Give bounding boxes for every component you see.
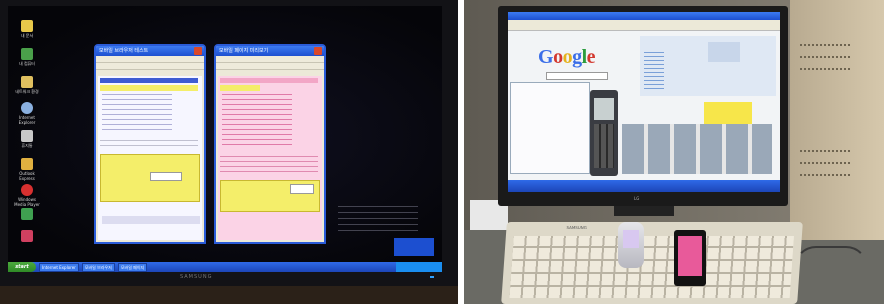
desk-surface	[0, 286, 458, 304]
globe-icon	[21, 102, 33, 114]
highlight-row	[100, 78, 198, 83]
mail-icon	[21, 158, 33, 170]
phone-emulator-keypad	[594, 124, 614, 168]
photo-right-monitor: Google LG SAMSUNG	[464, 0, 884, 304]
desktop-icon-label: 휴지통	[21, 143, 33, 148]
computer-icon	[21, 48, 33, 60]
keyboard: SAMSUNG	[501, 222, 803, 304]
balloon-popup	[394, 238, 434, 256]
desktop-icon-label: 내 문서	[20, 33, 34, 38]
vent	[800, 56, 850, 58]
media-player-icon	[21, 184, 33, 196]
desktop-icon-app-1[interactable]	[12, 208, 42, 220]
ie-toolbar	[508, 20, 780, 31]
cable	[794, 246, 868, 290]
taskbar-item[interactable]: Internet Explorer	[39, 262, 79, 272]
desktop-icon-label: 내 컴퓨터	[19, 61, 35, 66]
desktop-icon-label: Internet Explorer	[18, 115, 36, 125]
notice-row	[100, 85, 198, 91]
desktop-icon-media[interactable]: Windows Media Player	[12, 184, 42, 207]
desktop-icon-my-computer[interactable]: 내 컴퓨터	[12, 48, 42, 66]
window-title: 모바일 페이지 미리보기	[216, 46, 324, 56]
search-input[interactable]	[546, 72, 608, 80]
desktop-icon-network[interactable]: 네트워크 환경	[12, 76, 42, 94]
window-title: 모바일 브라우저 테스트	[96, 46, 204, 56]
browser-window-right[interactable]: 모바일 페이지 미리보기	[214, 44, 326, 244]
start-button[interactable]: start	[8, 262, 36, 272]
desktop-icon-outlook[interactable]: Outlook Express	[12, 158, 42, 181]
vent	[800, 68, 850, 70]
vent	[800, 150, 850, 152]
footer-row	[102, 216, 200, 224]
web-image	[708, 42, 740, 62]
taskbar	[508, 180, 780, 192]
power-led	[430, 276, 434, 278]
window-content	[98, 76, 202, 240]
flip-phone	[618, 222, 644, 268]
desktop-icon-label: Windows Media Player	[14, 197, 40, 207]
touch-phone	[674, 230, 706, 286]
close-icon[interactable]	[194, 47, 202, 55]
photo-left-monitor: 내 문서 내 컴퓨터 네트워크 환경 Internet Explorer 휴지통…	[0, 0, 458, 304]
desktop-text-overlay	[338, 206, 418, 236]
desktop-icon-my-documents[interactable]: 내 문서	[12, 20, 42, 38]
desktop-icon-label: Outlook Express	[19, 171, 35, 181]
pc-tower	[790, 0, 884, 240]
network-icon	[21, 76, 33, 88]
trash-icon	[21, 130, 33, 142]
vent	[800, 162, 850, 164]
text-lines	[100, 140, 198, 150]
browser-window-left[interactable]: 모바일 브라우저 테스트	[94, 44, 206, 244]
phone-screen	[623, 230, 639, 248]
phone-emulator-screen	[594, 98, 614, 120]
taskbar: start Internet Explorer 모바일 브라우저 모바일 페이지	[8, 262, 442, 272]
desktop-icon-internet-explorer[interactable]: Internet Explorer	[12, 102, 42, 125]
input-box[interactable]	[150, 172, 182, 181]
xp-desktop: 내 문서 내 컴퓨터 네트워크 환경 Internet Explorer 휴지통…	[8, 6, 442, 268]
highlight-row	[220, 78, 318, 83]
desktop-icon-recycle-bin[interactable]: 휴지통	[12, 130, 42, 148]
system-tray	[396, 262, 442, 272]
menu-bar[interactable]	[96, 56, 204, 63]
menu-bar[interactable]	[216, 56, 324, 63]
folder-icon	[21, 20, 33, 32]
vent	[800, 44, 850, 46]
text-lines	[220, 156, 318, 176]
desktop-icon-label: 네트워크 환경	[15, 89, 39, 94]
keyboard-brand: SAMSUNG	[566, 225, 588, 230]
ie-titlebar	[508, 12, 780, 20]
taskbar-item[interactable]: 모바일 페이지	[117, 262, 148, 272]
window-content	[218, 76, 322, 240]
small-browser-window	[510, 82, 590, 174]
vent	[800, 174, 850, 176]
text-lines	[644, 52, 664, 92]
monitor-brand: LG	[634, 196, 640, 201]
monitor-brand: SAMSUNG	[180, 274, 213, 280]
address-bar[interactable]	[216, 63, 324, 70]
desktop-icon-app-2[interactable]	[12, 230, 42, 242]
close-icon[interactable]	[314, 47, 322, 55]
text-lines	[222, 94, 292, 148]
thumbnail-strip	[622, 124, 772, 174]
lcd-screen: Google	[508, 12, 780, 192]
address-bar[interactable]	[96, 63, 204, 70]
app-icon	[21, 208, 33, 220]
monitor-stand	[614, 206, 674, 216]
input-box[interactable]	[290, 184, 314, 194]
app-icon	[21, 230, 33, 242]
google-logo: Google	[538, 46, 596, 68]
text-lines	[102, 94, 172, 134]
keyboard-keys	[509, 236, 794, 298]
taskbar-item[interactable]: 모바일 브라우저	[81, 262, 115, 272]
notice-row	[220, 85, 260, 91]
phone-screen	[678, 236, 702, 276]
